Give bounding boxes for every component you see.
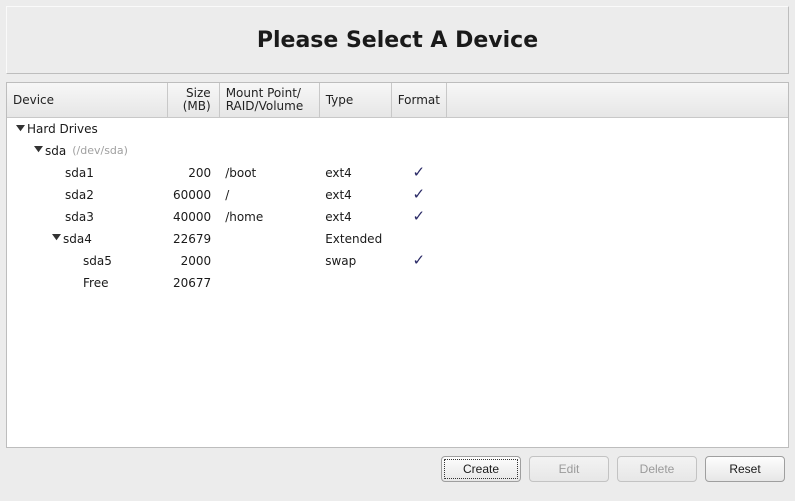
cell-size (167, 140, 219, 162)
table-row[interactable]: sda (/dev/sda) (7, 140, 788, 162)
device-label: sda2 (65, 188, 94, 202)
table-row[interactable]: sda2 60000/ext4 ✓ (7, 184, 788, 206)
button-row: Create Edit Delete Reset (6, 456, 789, 482)
column-header-type-label: Type (326, 93, 354, 107)
cell-mount (219, 250, 319, 272)
cell-type (319, 272, 391, 294)
cell-mount (219, 228, 319, 250)
cell-type: Extended (319, 228, 391, 250)
device-label: sda3 (65, 210, 94, 224)
checkmark-icon: ✓ (413, 163, 426, 181)
table-row[interactable]: sda5 2000 swap ✓ (7, 250, 788, 272)
table-row[interactable]: sda3 40000/homeext4 ✓ (7, 206, 788, 228)
column-header-device-label: Device (13, 93, 54, 107)
cell-size: 20677 (167, 272, 219, 294)
cell-format (391, 228, 446, 250)
cell-type (319, 140, 391, 162)
window: Please Select A Device Device Size (MB) … (0, 0, 795, 501)
cell-size: 22679 (167, 228, 219, 250)
cell-mount (219, 272, 319, 294)
cell-mount (219, 140, 319, 162)
table-row[interactable]: sda1 200/bootext4 ✓ (7, 162, 788, 184)
checkmark-icon: ✓ (413, 185, 426, 203)
column-header-size[interactable]: Size (MB) (167, 83, 219, 118)
cell-size (167, 118, 219, 140)
expander-icon[interactable] (33, 146, 43, 156)
delete-button[interactable]: Delete (617, 456, 697, 482)
cell-format (391, 118, 446, 140)
table-row[interactable]: Free 20677 (7, 272, 788, 294)
table-row[interactable]: sda4 22679 Extended (7, 228, 788, 250)
checkmark-icon: ✓ (413, 207, 426, 225)
device-label: sda4 (63, 232, 92, 246)
cell-mount: /boot (219, 162, 319, 184)
checkmark-icon: ✓ (413, 251, 426, 269)
device-label: Free (83, 276, 108, 290)
cell-format (391, 272, 446, 294)
column-header-format[interactable]: Format (391, 83, 446, 118)
expander-icon[interactable] (51, 234, 61, 244)
device-label: Hard Drives (27, 122, 98, 136)
cell-type (319, 118, 391, 140)
cell-type: ext4 (319, 206, 391, 228)
reset-button[interactable]: Reset (705, 456, 785, 482)
cell-format (391, 140, 446, 162)
cell-format: ✓ (391, 162, 446, 184)
cell-type: swap (319, 250, 391, 272)
device-table: Device Size (MB) Mount Point/ RAID/Volum… (7, 83, 788, 294)
expander-icon[interactable] (15, 124, 25, 134)
device-table-panel: Device Size (MB) Mount Point/ RAID/Volum… (6, 82, 789, 448)
device-label: sda (45, 144, 66, 158)
column-header-size-label: Size (MB) (183, 86, 211, 113)
cell-type: ext4 (319, 162, 391, 184)
device-label: sda1 (65, 166, 94, 180)
cell-mount (219, 118, 319, 140)
cell-size: 60000 (167, 184, 219, 206)
column-header-device[interactable]: Device (7, 83, 167, 118)
cell-format: ✓ (391, 250, 446, 272)
cell-size: 200 (167, 162, 219, 184)
cell-mount: / (219, 184, 319, 206)
column-header-mount-label: Mount Point/ RAID/Volume (226, 86, 304, 113)
cell-format: ✓ (391, 184, 446, 206)
cell-size: 40000 (167, 206, 219, 228)
cell-mount: /home (219, 206, 319, 228)
device-path: (/dev/sda) (72, 144, 128, 157)
table-row[interactable]: Hard Drives (7, 118, 788, 140)
column-header-format-label: Format (398, 93, 440, 107)
title-panel: Please Select A Device (6, 6, 789, 74)
device-label: sda5 (83, 254, 112, 268)
edit-button[interactable]: Edit (529, 456, 609, 482)
cell-format: ✓ (391, 206, 446, 228)
column-header-spacer (446, 83, 788, 118)
column-header-mount[interactable]: Mount Point/ RAID/Volume (219, 83, 319, 118)
cell-type: ext4 (319, 184, 391, 206)
column-header-type[interactable]: Type (319, 83, 391, 118)
create-button[interactable]: Create (441, 456, 521, 482)
cell-size: 2000 (167, 250, 219, 272)
page-title: Please Select A Device (257, 28, 538, 53)
